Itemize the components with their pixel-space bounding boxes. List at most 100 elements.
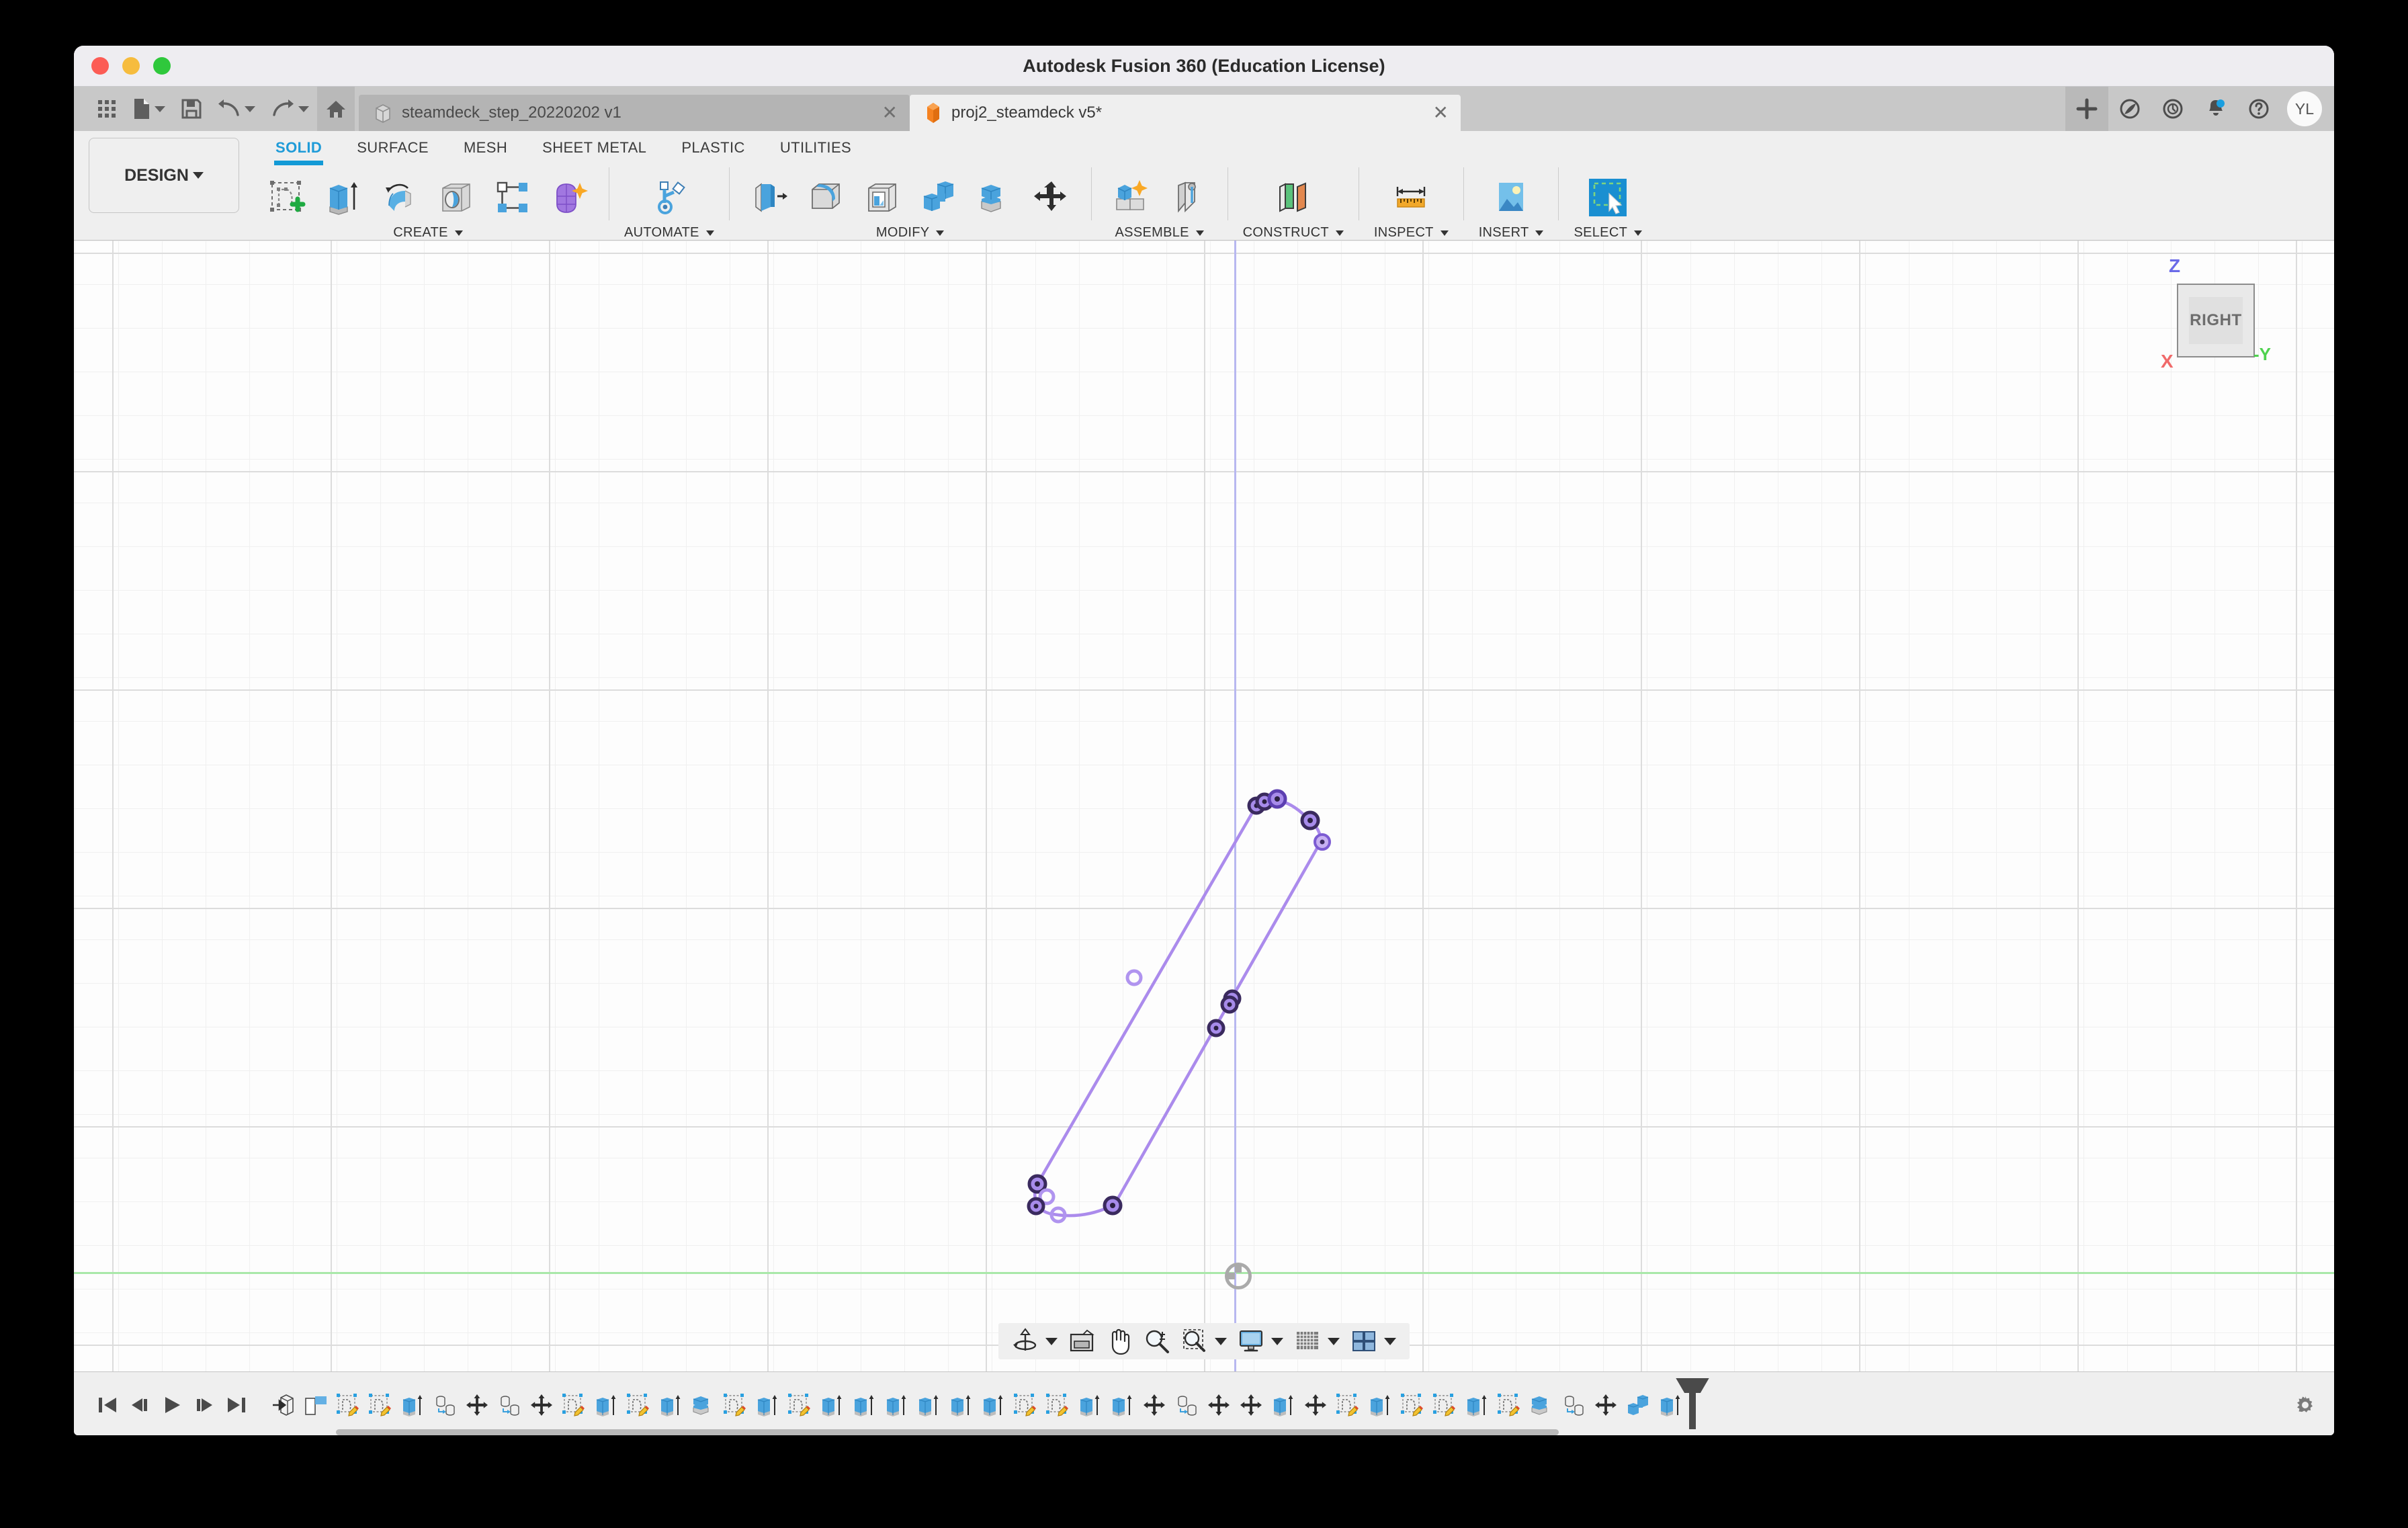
automate-icon[interactable]	[644, 171, 694, 224]
avatar[interactable]: YL	[2287, 91, 2322, 126]
display-settings-icon[interactable]	[1232, 1323, 1270, 1359]
design-canvas[interactable]: Z RIGHT X -Y	[74, 241, 2334, 1371]
timeline-feature-node[interactable]	[1428, 1387, 1461, 1423]
home-button[interactable]	[317, 87, 355, 131]
tab-utilities[interactable]: UTILITIES	[763, 131, 869, 157]
save-button[interactable]	[173, 87, 210, 131]
tab-solid[interactable]: SOLID	[258, 131, 339, 157]
timeline-feature-node[interactable]	[1138, 1387, 1170, 1423]
timeline-feature-node[interactable]	[300, 1387, 332, 1423]
timeline-feature-node[interactable]	[719, 1387, 751, 1423]
joint-icon[interactable]	[1163, 171, 1213, 224]
workspace-switcher[interactable]: DESIGN	[89, 138, 239, 213]
timeline-feature-node[interactable]	[912, 1387, 945, 1423]
timeline-feature-node[interactable]	[1267, 1387, 1299, 1423]
chevron-down-icon[interactable]	[1271, 1338, 1283, 1345]
notification-bell-icon[interactable]	[2194, 87, 2237, 131]
move-copy-icon[interactable]	[1027, 171, 1076, 224]
timeline-feature-node[interactable]	[945, 1387, 977, 1423]
timeline-feature-node[interactable]	[493, 1387, 525, 1423]
modify-group-label[interactable]: MODIFY	[876, 225, 945, 241]
select-group-label[interactable]: SELECT	[1574, 225, 1642, 241]
timeline-feature-node[interactable]	[1461, 1387, 1493, 1423]
chevron-down-icon[interactable]	[1045, 1338, 1058, 1345]
timeline-feature-node[interactable]	[622, 1387, 654, 1423]
orbit-icon[interactable]	[1006, 1323, 1044, 1359]
timeline-feature-node[interactable]	[783, 1387, 816, 1423]
timeline-feature-node[interactable]	[1493, 1387, 1525, 1423]
grid-snaps-icon[interactable]	[1289, 1323, 1326, 1359]
zoom-icon[interactable]	[1138, 1323, 1176, 1359]
timeline-end-marker[interactable]	[1689, 1381, 1696, 1429]
chevron-down-icon[interactable]	[1328, 1338, 1340, 1345]
timeline-feature-node[interactable]	[1525, 1387, 1557, 1423]
pattern-icon[interactable]	[488, 171, 538, 224]
job-status-icon[interactable]	[2151, 87, 2194, 131]
play-button[interactable]	[156, 1385, 188, 1425]
timeline-feature-node[interactable]	[1074, 1387, 1106, 1423]
extensions-icon[interactable]	[2108, 87, 2151, 131]
redo-button[interactable]	[263, 87, 317, 131]
timeline-feature-node[interactable]	[1041, 1387, 1074, 1423]
split-face-icon[interactable]	[970, 171, 1020, 224]
document-tab-steamdeck-step[interactable]: steamdeck_step_20220202 v1 ✕	[359, 95, 910, 131]
construct-plane-icon[interactable]	[1268, 171, 1318, 224]
insert-group-label[interactable]: INSERT	[1479, 225, 1544, 241]
step-forward-button[interactable]	[188, 1385, 220, 1425]
zoom-window-icon[interactable]	[1176, 1323, 1213, 1359]
step-back-button[interactable]	[124, 1385, 156, 1425]
timeline-feature-node[interactable]	[848, 1387, 880, 1423]
press-pull-icon[interactable]	[744, 171, 794, 224]
timeline-feature-node[interactable]	[558, 1387, 590, 1423]
construct-group-label[interactable]: CONSTRUCT	[1243, 225, 1344, 241]
timeline-feature-node[interactable]	[429, 1387, 461, 1423]
timeline-feature-node[interactable]	[364, 1387, 396, 1423]
new-tab-button[interactable]	[2065, 87, 2108, 131]
timeline-feature-node[interactable]	[1654, 1387, 1686, 1423]
timeline-feature-node[interactable]	[332, 1387, 364, 1423]
timeline-feature-node[interactable]	[1557, 1387, 1590, 1423]
measure-icon[interactable]	[1386, 171, 1436, 224]
timeline-feature-node[interactable]	[1332, 1387, 1364, 1423]
shell-icon[interactable]	[857, 171, 907, 224]
timeline-feature-node[interactable]	[1364, 1387, 1396, 1423]
timeline-feature-node[interactable]	[1170, 1387, 1203, 1423]
tab-mesh[interactable]: MESH	[446, 131, 525, 157]
create-group-label[interactable]: CREATE	[393, 225, 462, 241]
view-cube-face-right[interactable]: RIGHT	[2177, 284, 2255, 357]
timeline-feature-node[interactable]	[654, 1387, 687, 1423]
insert-image-icon[interactable]	[1486, 171, 1536, 224]
close-icon[interactable]: ✕	[1406, 103, 1449, 122]
timeline-feature-node[interactable]	[267, 1387, 300, 1423]
select-window-icon[interactable]	[1583, 171, 1633, 224]
go-to-end-button[interactable]	[220, 1385, 253, 1425]
timeline-feature-node[interactable]	[1590, 1387, 1622, 1423]
timeline-feature-node[interactable]	[1106, 1387, 1138, 1423]
assemble-group-label[interactable]: ASSEMBLE	[1115, 225, 1204, 241]
timeline-feature-node[interactable]	[1009, 1387, 1041, 1423]
automate-group-label[interactable]: AUTOMATE	[624, 225, 714, 241]
timeline-feature-node[interactable]	[590, 1387, 622, 1423]
timeline-feature-node[interactable]	[461, 1387, 493, 1423]
timeline-feature-node[interactable]	[751, 1387, 783, 1423]
pan-icon[interactable]	[1101, 1323, 1138, 1359]
timeline-feature-node[interactable]	[1396, 1387, 1428, 1423]
timeline-feature-node[interactable]	[687, 1387, 719, 1423]
tab-surface[interactable]: SURFACE	[339, 131, 446, 157]
timeline-track[interactable]	[267, 1378, 2280, 1432]
sketch-geometry[interactable]	[74, 241, 2334, 1371]
timeline-feature-node[interactable]	[1203, 1387, 1235, 1423]
look-at-icon[interactable]	[1063, 1323, 1101, 1359]
help-icon[interactable]	[2237, 87, 2280, 131]
fillet-icon[interactable]	[801, 171, 851, 224]
timeline-feature-node[interactable]	[816, 1387, 848, 1423]
viewports-icon[interactable]	[1345, 1323, 1383, 1359]
timeline-feature-node[interactable]	[1299, 1387, 1332, 1423]
timeline-feature-node[interactable]	[977, 1387, 1009, 1423]
tab-plastic[interactable]: PLASTIC	[664, 131, 763, 157]
timeline-settings-gear[interactable]	[2280, 1394, 2317, 1416]
revolve-icon[interactable]	[375, 171, 425, 224]
new-component-icon[interactable]	[1107, 171, 1156, 224]
extrude-icon[interactable]	[318, 171, 368, 224]
document-tab-proj2-steamdeck[interactable]: proj2_steamdeck v5* ✕	[910, 95, 1461, 131]
